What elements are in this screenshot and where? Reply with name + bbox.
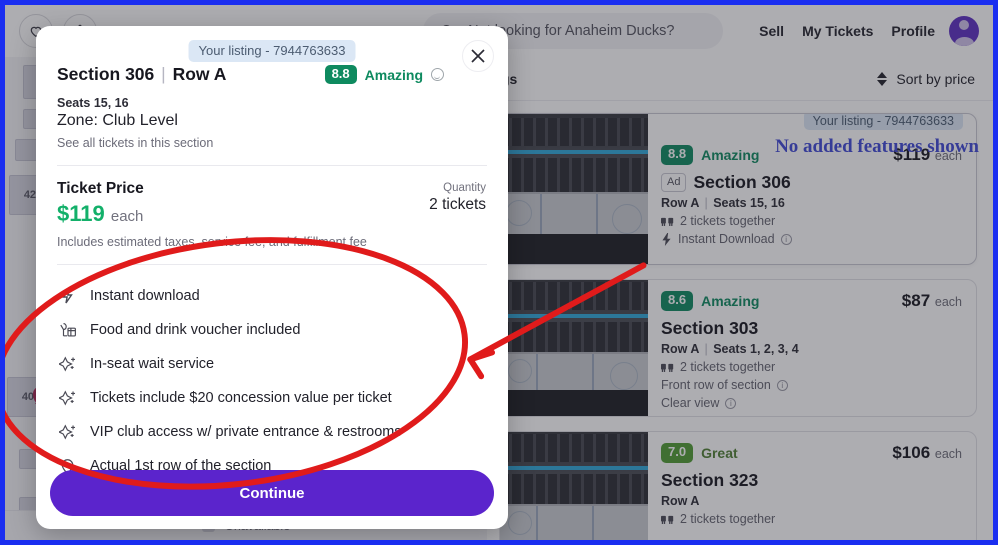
sparkle-plus-icon xyxy=(58,389,77,408)
modal-feature-label-3: Tickets include $20 concession value per… xyxy=(90,390,392,406)
price-right: Quantity 2 tickets xyxy=(429,180,486,214)
sparkle-plus-icon xyxy=(58,355,77,374)
modal-feature-4: VIP club access w/ private entrance & re… xyxy=(58,415,486,449)
screen-recording-frame: USD | EN Not looking for Anaheim Ducks? … xyxy=(0,0,998,545)
modal-feature-3: Tickets include $20 concession value per… xyxy=(58,381,486,415)
modal-feature-label-0: Instant download xyxy=(90,288,200,304)
ticket-price-label: Ticket Price xyxy=(57,180,144,197)
see-all-tickets-link[interactable]: See all tickets in this section xyxy=(57,136,486,150)
listing-detail-modal: Your listing - 7944763633 Section 306 | … xyxy=(36,26,508,529)
close-button[interactable] xyxy=(462,40,494,72)
continue-button[interactable]: Continue xyxy=(50,470,494,516)
modal-title-section: Section 306 xyxy=(57,64,155,84)
modal-rating: 8.8 Amazing xyxy=(324,64,444,85)
modal-zone: Zone: Club Level xyxy=(57,112,178,129)
modal-title: Section 306 | Row A xyxy=(57,64,226,85)
modal-feature-list: Instant download Food and drink voucher … xyxy=(36,265,508,483)
modal-feature-1: Food and drink voucher included xyxy=(58,313,486,347)
food-drink-icon xyxy=(58,321,77,340)
ticket-price-amount: $119 xyxy=(57,201,105,226)
price-left: Ticket Price $119 each Includes estimate… xyxy=(57,180,367,249)
ticket-price-note: Includes estimated taxes, service fee, a… xyxy=(57,235,367,249)
modal-your-listing-badge: Your listing - 7944763633 xyxy=(188,40,356,62)
ticket-price-each: each xyxy=(110,208,144,225)
sparkle-plus-icon xyxy=(58,423,77,442)
modal-rating-badge: 8.8 xyxy=(324,64,357,85)
quantity-label: Quantity xyxy=(443,182,486,194)
lightning-bolt-icon xyxy=(58,287,77,306)
modal-feature-label-4: VIP club access w/ private entrance & re… xyxy=(90,424,402,440)
modal-feature-label-1: Food and drink voucher included xyxy=(90,322,301,338)
ticket-price-value: $119 each xyxy=(57,201,367,227)
modal-rating-word: Amazing xyxy=(364,66,423,83)
modal-title-divider: | xyxy=(161,64,166,84)
modal-feature-2: In-seat wait service xyxy=(58,347,486,381)
modal-seats: Seats 15, 16 xyxy=(57,96,129,110)
modal-title-row: Row A xyxy=(172,64,227,84)
quantity-value[interactable]: 2 tickets xyxy=(429,196,486,214)
continue-label: Continue xyxy=(239,484,305,502)
close-icon xyxy=(471,49,485,63)
modal-feature-label-2: In-seat wait service xyxy=(90,356,215,372)
modal-feature-0: Instant download xyxy=(58,279,486,313)
smiley-icon xyxy=(431,68,444,81)
modal-price-block: Ticket Price $119 each Includes estimate… xyxy=(36,166,508,249)
